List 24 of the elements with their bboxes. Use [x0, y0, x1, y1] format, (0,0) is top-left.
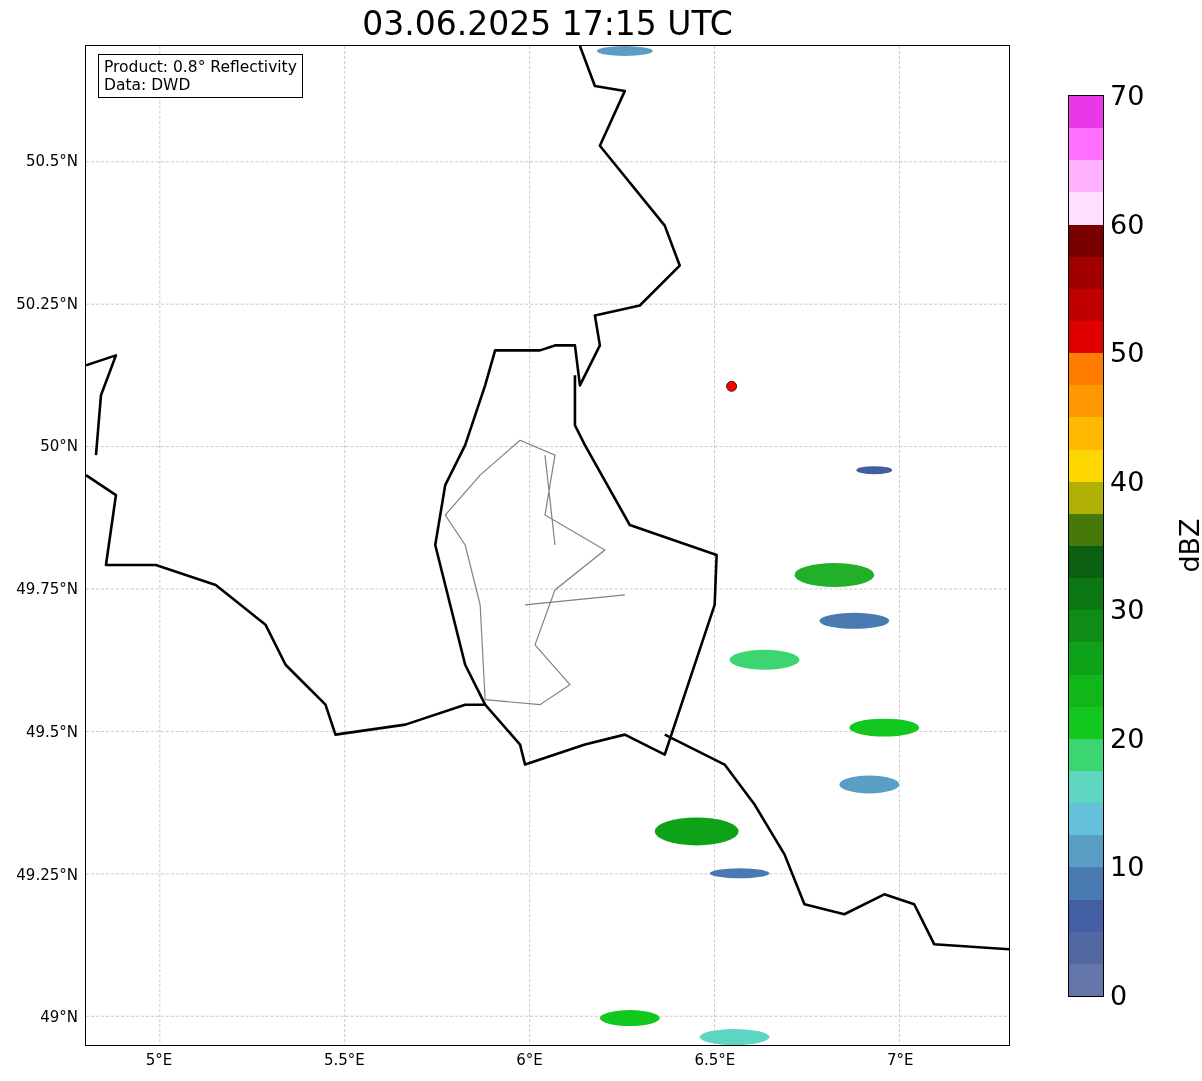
- latitude-label: 50.5°N: [25, 152, 78, 170]
- info-text: Data: DWD: [104, 76, 192, 94]
- colorbar-tick-label: 0: [1110, 981, 1128, 1011]
- colorbar-tick-label: 10: [1110, 852, 1145, 883]
- latitude-label: 49.25°N: [16, 865, 78, 884]
- latitude-label: 50.25°N: [16, 294, 78, 313]
- colorbar-tick-label: 20: [1110, 723, 1145, 754]
- colorbar-tick-label: 30: [1110, 595, 1145, 626]
- latitude-label: 49.75°N: [16, 580, 78, 599]
- latitude-label: 49°N: [40, 1008, 78, 1027]
- colorbar-tick-label: 70: [1110, 81, 1145, 111]
- chart-title: 03.06.2025 17:15 UTC: [361, 4, 734, 44]
- info-text: Product: 0.8° Reflectivity: [104, 58, 297, 76]
- colorbar-label: dBZ: [1173, 518, 1202, 573]
- longitude-label: 5.5°E: [323, 1051, 365, 1069]
- longitude-label: 5°E: [145, 1051, 173, 1069]
- longitude-label: 6.5°E: [694, 1051, 736, 1069]
- latitude-label: 50°N: [40, 437, 78, 456]
- latitude-label: 49.5°N: [25, 722, 78, 741]
- longitude-label: 6°E: [516, 1051, 543, 1069]
- colorbar-tick-label: 50: [1110, 338, 1145, 369]
- colorbar-tick-label: 60: [1110, 209, 1145, 240]
- longitude-label: 7°E: [886, 1051, 914, 1069]
- colorbar-tick-label: 40: [1110, 466, 1145, 497]
